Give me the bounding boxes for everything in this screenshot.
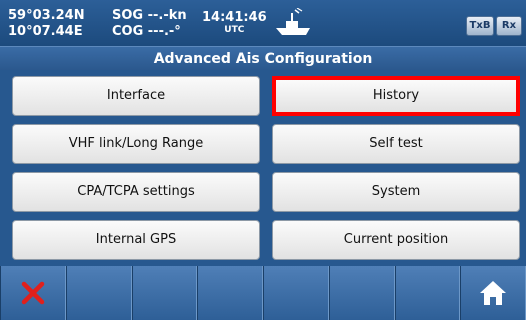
txb-indicator[interactable]: TxB <box>466 16 494 36</box>
sog-value: SOG --.-kn <box>112 8 187 23</box>
close-icon <box>21 281 45 305</box>
toolbar-slot-5[interactable] <box>263 266 329 320</box>
history-button[interactable]: History <box>272 76 520 116</box>
speed-course-readout: SOG --.-kn COG ---.-° <box>112 8 187 40</box>
toolbar-slot-4[interactable] <box>197 266 263 320</box>
page-title: Advanced Ais Configuration <box>0 46 526 71</box>
menu-grid: Interface History VHF link/Long Range Se… <box>0 70 526 266</box>
vhf-link-button[interactable]: VHF link/Long Range <box>12 124 260 164</box>
longitude: 10°07.44E <box>8 24 83 39</box>
latitude: 59°03.24N <box>8 8 85 23</box>
ship-icon <box>276 8 310 35</box>
status-bar: 59°03.24N 10°07.44E SOG --.-kn COG ---.-… <box>0 0 526 46</box>
toolbar-slot-3[interactable] <box>131 266 198 320</box>
self-test-button[interactable]: Self test <box>272 124 520 164</box>
home-button[interactable] <box>460 266 526 320</box>
system-button[interactable]: System <box>272 172 520 212</box>
cog-value: COG ---.-° <box>112 24 181 39</box>
clock: 14:41:46 UTC <box>202 10 267 36</box>
bottom-toolbar <box>0 266 526 320</box>
clock-timezone: UTC <box>224 25 245 35</box>
internal-gps-button[interactable]: Internal GPS <box>12 220 260 260</box>
rx-indicator[interactable]: Rx <box>496 16 522 36</box>
clock-time: 14:41:46 <box>202 10 267 25</box>
toolbar-slot-6[interactable] <box>328 266 395 320</box>
toolbar-slot-2[interactable] <box>65 266 132 320</box>
cpa-tcpa-button[interactable]: CPA/TCPA settings <box>12 172 260 212</box>
close-button[interactable] <box>0 266 66 320</box>
interface-button[interactable]: Interface <box>12 76 260 116</box>
home-icon <box>480 281 507 305</box>
toolbar-slot-7[interactable] <box>394 266 461 320</box>
position-readout: 59°03.24N 10°07.44E <box>8 8 85 40</box>
current-position-button[interactable]: Current position <box>272 220 520 260</box>
